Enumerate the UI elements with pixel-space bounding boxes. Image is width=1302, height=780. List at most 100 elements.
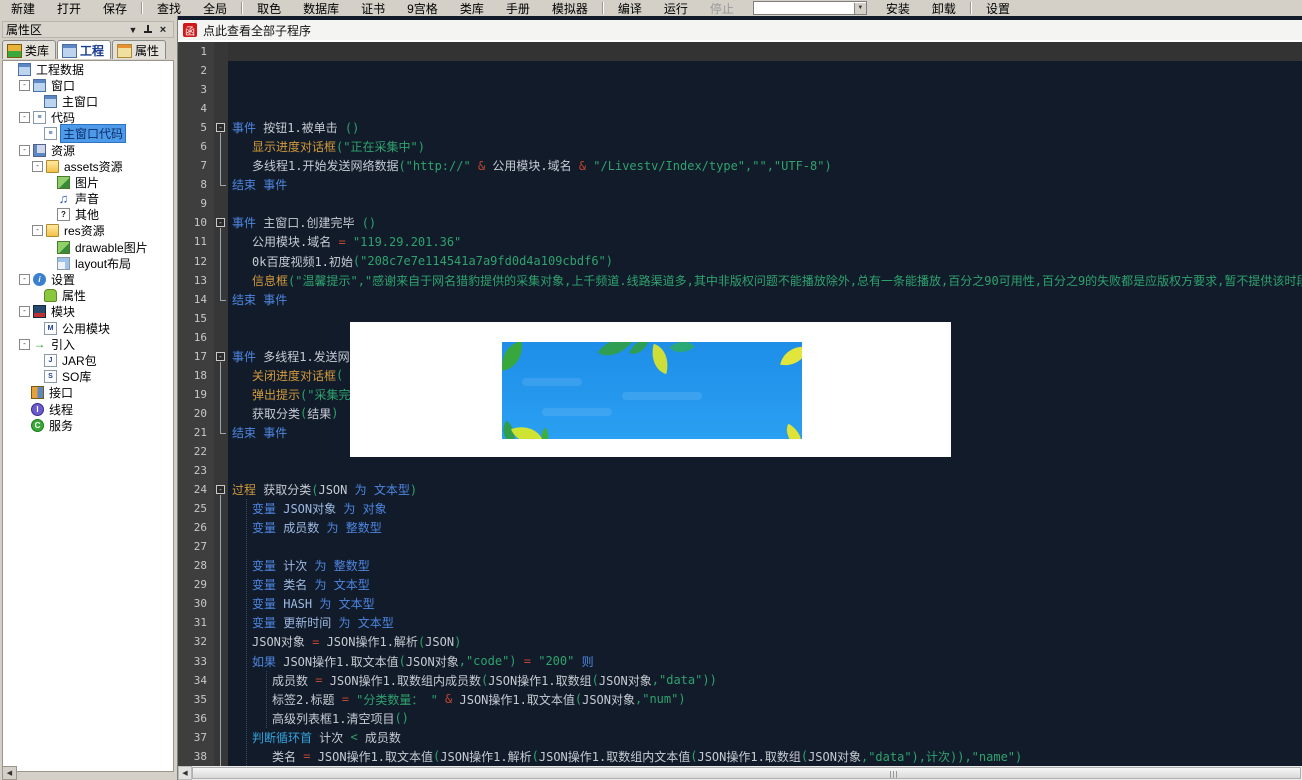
menu-item[interactable]: 保存 xyxy=(92,0,138,17)
tree-item-资源[interactable]: -资源 xyxy=(3,142,173,158)
code-line[interactable]: 26变量 成员数 为 整数型 xyxy=(178,518,1302,537)
combo-dropdown-icon[interactable]: ▼ xyxy=(854,3,866,14)
menu-item[interactable]: 安装 xyxy=(875,0,921,17)
editor-horizontal-scrollbar[interactable]: ◀ xyxy=(178,766,1302,780)
code-line[interactable]: 120k百度视频1.初始("208c7e7e114541a7a9fd0d4a10… xyxy=(178,252,1302,271)
code-line[interactable]: 31变量 更新时间 为 文本型 xyxy=(178,613,1302,632)
menu-item[interactable]: 全局 xyxy=(192,0,238,17)
tree-item-图片[interactable]: 图片 xyxy=(3,174,173,190)
menu-item: 停止 xyxy=(699,0,745,17)
code-line[interactable]: 13信息框("温馨提示","感谢来自于网名猎豹提供的采集对象,上千频道.线路渠道… xyxy=(178,271,1302,290)
menu-item[interactable]: 查找 xyxy=(146,0,192,17)
tab-属性[interactable]: 属性 xyxy=(112,40,166,59)
fold-collapse-icon[interactable]: - xyxy=(216,123,225,132)
menu-item[interactable]: 新建 xyxy=(0,0,46,17)
tree-item-接口[interactable]: 接口 xyxy=(3,385,173,401)
tree-item-线程[interactable]: I线程 xyxy=(3,401,173,417)
code-line[interactable]: 10事件 主窗口.创建完毕 () xyxy=(178,213,1302,232)
code-line[interactable]: 8结束 事件 xyxy=(178,175,1302,194)
code-line[interactable]: 29变量 类名 为 文本型 xyxy=(178,575,1302,594)
tree-item-代码[interactable]: -≡代码 xyxy=(3,110,173,126)
tree-item-drawable图片[interactable]: drawable图片 xyxy=(3,239,173,255)
tree-item-公用模块[interactable]: M公用模块 xyxy=(3,320,173,336)
tab-类库[interactable]: 类库 xyxy=(2,40,56,59)
tree-item-res资源[interactable]: -res资源 xyxy=(3,223,173,239)
code-line[interactable]: 4 xyxy=(178,99,1302,118)
code-line[interactable]: 23 xyxy=(178,461,1302,480)
scrollbar-thumb[interactable] xyxy=(192,767,1301,779)
menu-combobox[interactable]: ▼ xyxy=(753,1,867,15)
menu-item[interactable]: 数据库 xyxy=(292,0,350,17)
fold-collapse-icon[interactable]: - xyxy=(216,218,225,227)
code-line[interactable]: 3 xyxy=(178,80,1302,99)
expander-icon[interactable]: - xyxy=(19,306,30,317)
code-line[interactable]: 11公用模块.域名 = "119.29.201.36" xyxy=(178,232,1302,251)
arrow-icon: → xyxy=(33,338,46,351)
menu-item[interactable]: 模拟器 xyxy=(541,0,599,17)
menu-item[interactable]: 设置 xyxy=(975,0,1021,17)
expander-icon[interactable]: - xyxy=(19,112,30,123)
code-line[interactable]: 35标签2.标题 = "分类数量： " & JSON操作1.取文本值(JSON对… xyxy=(178,690,1302,709)
menubar: 新建打开保存查找全局取色数据库证书9宫格类库手册模拟器编译运行停止 ▼ 安装卸载设置 xyxy=(0,0,1302,16)
code-line[interactable]: 38类名 = JSON操作1.取文本值(JSON操作1.解析(JSON操作1.取… xyxy=(178,747,1302,766)
tree-item-服务[interactable]: C服务 xyxy=(3,417,173,433)
tree-item-主窗口[interactable]: 主窗口 xyxy=(3,93,173,109)
tree-item-JAR包[interactable]: JJAR包 xyxy=(3,352,173,368)
panel-dropdown-icon[interactable]: ▼ xyxy=(126,23,140,36)
expander-icon[interactable]: - xyxy=(19,274,30,285)
tree-item-模块[interactable]: -模块 xyxy=(3,304,173,320)
code-line[interactable]: 6显示进度对话框("正在采集中") xyxy=(178,137,1302,156)
panel-titlebar: 属性区 ▼ × xyxy=(2,21,174,38)
menu-item[interactable]: 取色 xyxy=(246,0,292,17)
menu-item[interactable]: 卸载 xyxy=(921,0,967,17)
code-line[interactable]: 7多线程1.开始发送网络数据("http://" & 公用模块.域名 & "/L… xyxy=(178,156,1302,175)
code-line[interactable]: 1 xyxy=(178,42,1302,61)
tree-item-引入[interactable]: -→引入 xyxy=(3,336,173,352)
panel-close-icon[interactable]: × xyxy=(156,23,170,36)
expander-icon[interactable]: - xyxy=(19,339,30,350)
menu-item[interactable]: 手册 xyxy=(495,0,541,17)
code-line[interactable]: 32JSON对象 = JSON操作1.解析(JSON) xyxy=(178,632,1302,651)
code-line[interactable]: 14结束 事件 xyxy=(178,290,1302,309)
tree-item-主窗口代码[interactable]: ≡主窗口代码 xyxy=(3,126,173,142)
expander-icon[interactable]: - xyxy=(19,80,30,91)
code-line[interactable]: 36高级列表框1.清空项目() xyxy=(178,709,1302,728)
code-line[interactable]: 34成员数 = JSON操作1.取数组内成员数(JSON操作1.取数组(JSON… xyxy=(178,671,1302,690)
tab-工程[interactable]: 工程 xyxy=(57,40,111,59)
menu-item[interactable]: 类库 xyxy=(449,0,495,17)
menu-item[interactable]: 运行 xyxy=(653,0,699,17)
sidebar-scroll-left-button[interactable]: ◀ xyxy=(2,766,17,780)
code-line[interactable]: 5事件 按钮1.被单击 () xyxy=(178,118,1302,137)
tree-item-其他[interactable]: ?其他 xyxy=(3,207,173,223)
scroll-left-arrow-icon[interactable]: ◀ xyxy=(178,766,192,780)
tree-item-属性[interactable]: 属性 xyxy=(3,288,173,304)
code-line[interactable]: 25变量 JSON对象 为 对象 xyxy=(178,499,1302,518)
code-line[interactable]: 2 xyxy=(178,61,1302,80)
code-line[interactable]: 9 xyxy=(178,194,1302,213)
editor-tabbar[interactable]: 函 点此查看全部子程序 xyxy=(178,20,1302,42)
code-line[interactable]: 33如果 JSON操作1.取文本值(JSON对象,"code") = "200"… xyxy=(178,652,1302,671)
expander-icon[interactable]: - xyxy=(19,145,30,156)
fold-collapse-icon[interactable]: - xyxy=(216,352,225,361)
tree-item-label: 公用模块 xyxy=(60,320,112,337)
code-line[interactable]: 28变量 计次 为 整数型 xyxy=(178,556,1302,575)
tree-item-设置[interactable]: -i设置 xyxy=(3,271,173,287)
menu-item[interactable]: 打开 xyxy=(46,0,92,17)
fold-collapse-icon[interactable]: - xyxy=(216,485,225,494)
tree-item-工程数据[interactable]: 工程数据 xyxy=(3,61,173,77)
code-line[interactable]: 30变量 HASH 为 文本型 xyxy=(178,594,1302,613)
tree-item-layout布局[interactable]: layout布局 xyxy=(3,255,173,271)
menu-item[interactable]: 编译 xyxy=(607,0,653,17)
expander-icon[interactable]: - xyxy=(32,225,43,236)
tree-item-窗口[interactable]: -窗口 xyxy=(3,77,173,93)
code-line[interactable]: 27 xyxy=(178,537,1302,556)
expander-icon[interactable]: - xyxy=(32,161,43,172)
menu-item[interactable]: 证书 xyxy=(350,0,396,17)
code-line[interactable]: 24过程 获取分类(JSON 为 文本型) xyxy=(178,480,1302,499)
menu-item[interactable]: 9宫格 xyxy=(396,0,449,17)
panel-pin-icon[interactable] xyxy=(141,23,155,36)
tree-item-SO库[interactable]: SSO库 xyxy=(3,369,173,385)
code-line[interactable]: 37判断循环首 计次 < 成员数 xyxy=(178,728,1302,747)
tree-item-声音[interactable]: ♫声音 xyxy=(3,191,173,207)
tree-item-assets资源[interactable]: -assets资源 xyxy=(3,158,173,174)
